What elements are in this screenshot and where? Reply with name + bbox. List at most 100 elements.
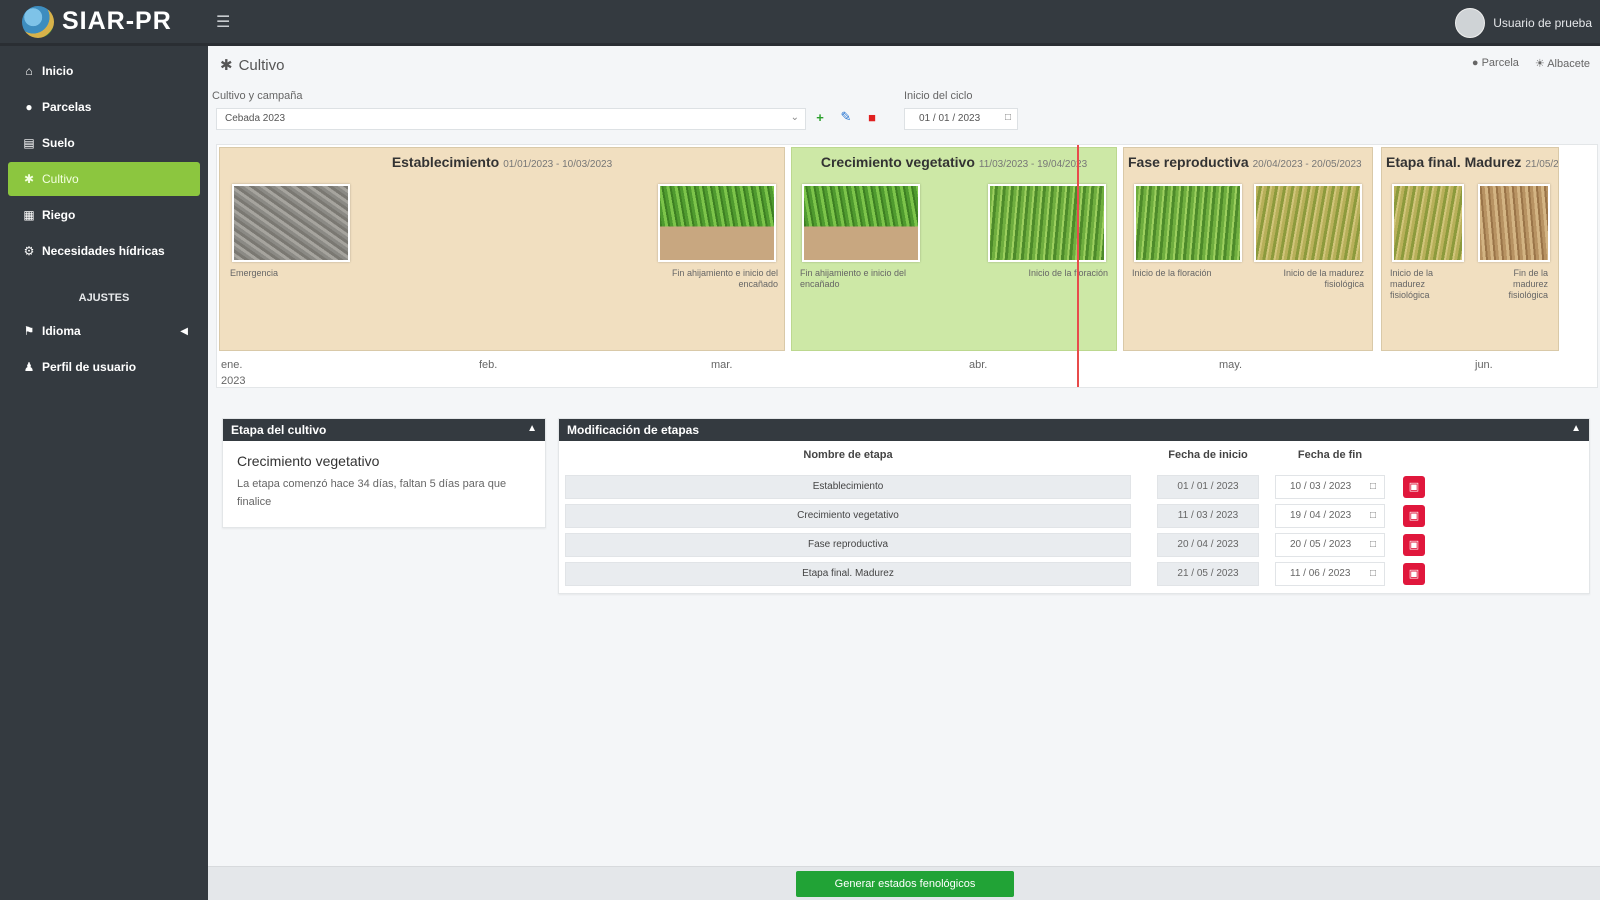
- phase-dates: 11/03/2023 - 19/04/2023: [978, 159, 1088, 170]
- current-stage-text: La etapa comenzó hace 34 días, faltan 5 …: [237, 478, 507, 508]
- map-marker-icon: ●: [25, 100, 33, 114]
- chevron-up-icon[interactable]: ▲: [1571, 423, 1581, 434]
- phase-name: Crecimiento vegetativo: [820, 154, 975, 170]
- calendar-icon[interactable]: □: [1370, 476, 1376, 498]
- phase-fase-reproductiva[interactable]: Fase reproductiva 20/04/2023 - 20/05/2023…: [1123, 147, 1373, 351]
- phase-caption: Inicio de la madurez fisiológica: [1283, 268, 1364, 289]
- add-icon[interactable]: +: [812, 109, 828, 125]
- stage-panel-header[interactable]: Etapa del cultivo ▲: [223, 419, 545, 441]
- stage-name-field[interactable]: Fase reproductiva: [565, 533, 1131, 557]
- albacete-link[interactable]: ☀ Albacete: [1535, 57, 1590, 70]
- calendar-icon[interactable]: □: [1370, 563, 1376, 585]
- phase-dates: 20/04/2023 - 20/05/2023: [1252, 159, 1362, 170]
- user-menu[interactable]: Usuario de prueba: [1455, 8, 1592, 38]
- stage-start-field: 01 / 01 / 2023: [1157, 475, 1259, 499]
- start-label: Inicio del ciclo: [904, 90, 973, 102]
- edit-icon[interactable]: ✎: [838, 109, 854, 125]
- sidebar-item-idioma[interactable]: ⚑ Idioma ◀: [8, 314, 200, 348]
- trash-icon[interactable]: ■: [864, 109, 880, 125]
- save-stage-button[interactable]: ▣: [1403, 476, 1425, 498]
- crop-actions: + ✎ ■: [812, 109, 880, 125]
- stage-end-input[interactable]: 10 / 03 / 2023 □: [1275, 475, 1385, 499]
- parcela-link-label: Parcela: [1481, 57, 1519, 69]
- phase-photo[interactable]: [1134, 184, 1242, 262]
- stage-end-value: 20 / 05 / 2023: [1290, 539, 1352, 550]
- axis-label-mar: mar.: [711, 359, 733, 371]
- sidebar-item-necesidades[interactable]: ⚙ Necesidades hídricas: [8, 234, 200, 268]
- save-stage-button[interactable]: ▣: [1403, 563, 1425, 585]
- user-name[interactable]: Usuario de prueba: [1493, 16, 1592, 30]
- phase-photo[interactable]: [1254, 184, 1362, 262]
- axis-year: 2023: [221, 375, 246, 387]
- phase-name: Establecimiento: [391, 154, 500, 170]
- sidebar-item-label: Parcelas: [42, 100, 92, 114]
- save-icon: ▣: [1408, 539, 1420, 551]
- chevron-up-icon[interactable]: ▲: [527, 423, 537, 434]
- stage-end-input[interactable]: 20 / 05 / 2023 □: [1275, 533, 1385, 557]
- grid-icon: ▦: [23, 208, 35, 222]
- phase-establecimiento[interactable]: Establecimiento 01/01/2023 - 10/03/2023 E…: [219, 147, 785, 351]
- phase-photo[interactable]: [1392, 184, 1464, 262]
- crop-select[interactable]: Cebada 2023 ⌄: [216, 108, 806, 130]
- phase-name: Etapa final. Madurez: [1386, 154, 1522, 170]
- water-needs-icon: ⚙: [23, 244, 35, 258]
- axis-label-jan: ene. 2023: [221, 357, 246, 387]
- stage-end-value: 19 / 04 / 2023: [1290, 510, 1352, 521]
- phase-photo[interactable]: [658, 184, 776, 262]
- chevron-down-icon: ⌄: [790, 112, 799, 123]
- phase-crecimiento-vegetativo[interactable]: Crecimiento vegetativo 11/03/2023 - 19/04…: [791, 147, 1117, 351]
- phase-photo[interactable]: [232, 184, 350, 262]
- modify-stages-panel: Modificación de etapas ▲ Nombre de etapa…: [558, 418, 1590, 594]
- stage-start-field: 20 / 04 / 2023: [1157, 533, 1259, 557]
- phase-photo[interactable]: [988, 184, 1106, 262]
- avatar[interactable]: [1455, 8, 1486, 38]
- stage-start-field: 21 / 05 / 2023: [1157, 562, 1259, 586]
- phase-photo[interactable]: [1478, 184, 1550, 262]
- brand[interactable]: SIAR-PR: [0, 0, 210, 45]
- stage-panel-title: Etapa del cultivo: [231, 423, 327, 437]
- top-bar: SIAR-PR ☰ Usuario de prueba: [0, 0, 1600, 46]
- phase-caption: Fin ahijamiento e inicio del encañado: [800, 268, 907, 289]
- save-stage-button[interactable]: ▣: [1403, 505, 1425, 527]
- stage-name-field[interactable]: Establecimiento: [565, 475, 1131, 499]
- save-icon: ▣: [1408, 481, 1420, 493]
- start-date-input[interactable]: 01 / 01 / 2023 □: [904, 108, 1018, 130]
- phase-caption: Inicio de la floración: [1132, 268, 1212, 278]
- phenology-timeline[interactable]: Establecimiento 01/01/2023 - 10/03/2023 E…: [216, 144, 1598, 388]
- page-links: ● Parcela ☀ Albacete: [1472, 57, 1590, 70]
- save-icon: ▣: [1408, 568, 1420, 580]
- sidebar-item-cultivo[interactable]: ✱ Cultivo: [8, 162, 200, 196]
- calendar-icon[interactable]: □: [1370, 534, 1376, 556]
- home-icon: ⌂: [25, 64, 33, 78]
- stage-name-field[interactable]: Crecimiento vegetativo: [565, 504, 1131, 528]
- sidebar-item-label: Necesidades hídricas: [42, 244, 165, 258]
- sidebar-item-label: Suelo: [42, 136, 75, 150]
- sidebar-item-riego[interactable]: ▦ Riego: [8, 198, 200, 232]
- stage-end-input[interactable]: 11 / 06 / 2023 □: [1275, 562, 1385, 586]
- sidebar-item-suelo[interactable]: ▤ Suelo: [8, 126, 200, 160]
- calendar-icon[interactable]: □: [1370, 505, 1376, 527]
- phase-caption: Inicio de la madurez fisiológica: [1390, 268, 1434, 300]
- sidebar-item-parcelas[interactable]: ● Parcelas: [8, 90, 200, 124]
- stage-name-field[interactable]: Etapa final. Madurez: [565, 562, 1131, 586]
- stage-end-input[interactable]: 19 / 04 / 2023 □: [1275, 504, 1385, 528]
- modify-panel-header[interactable]: Modificación de etapas ▲: [559, 419, 1589, 441]
- sidebar-item-inicio[interactable]: ⌂ Inicio: [8, 54, 200, 88]
- chevron-left-icon: ◀: [180, 325, 188, 337]
- phase-photo[interactable]: [802, 184, 920, 262]
- generate-phenology-button[interactable]: Generar estados fenológicos: [796, 871, 1014, 897]
- save-stage-button[interactable]: ▣: [1403, 534, 1425, 556]
- sidebar-item-label: Perfil de usuario: [42, 360, 137, 374]
- sidebar-item-label: Inicio: [42, 64, 74, 78]
- sidebar-item-perfil[interactable]: ♟ Perfil de usuario: [8, 350, 200, 384]
- phase-etapa-final[interactable]: Etapa final. Madurez21/05/2023 - 11/06/2…: [1381, 147, 1559, 351]
- col-header-end: Fecha de fin: [1297, 449, 1363, 461]
- calendar-icon: □: [1004, 112, 1011, 123]
- current-stage-name: Crecimiento vegetativo: [237, 453, 380, 469]
- bars-icon[interactable]: ☰: [216, 12, 230, 32]
- start-date-value: 01 / 01 / 2023: [919, 113, 981, 124]
- main-content: ✱ Cultivo ● Parcela ☀ Albacete Cultivo y…: [208, 46, 1600, 900]
- stage-end-value: 11 / 06 / 2023: [1290, 568, 1351, 579]
- parcela-link[interactable]: ● Parcela: [1472, 57, 1519, 70]
- phase-header: Etapa final. Madurez21/05/2023 - 11/06/2…: [1382, 154, 1558, 170]
